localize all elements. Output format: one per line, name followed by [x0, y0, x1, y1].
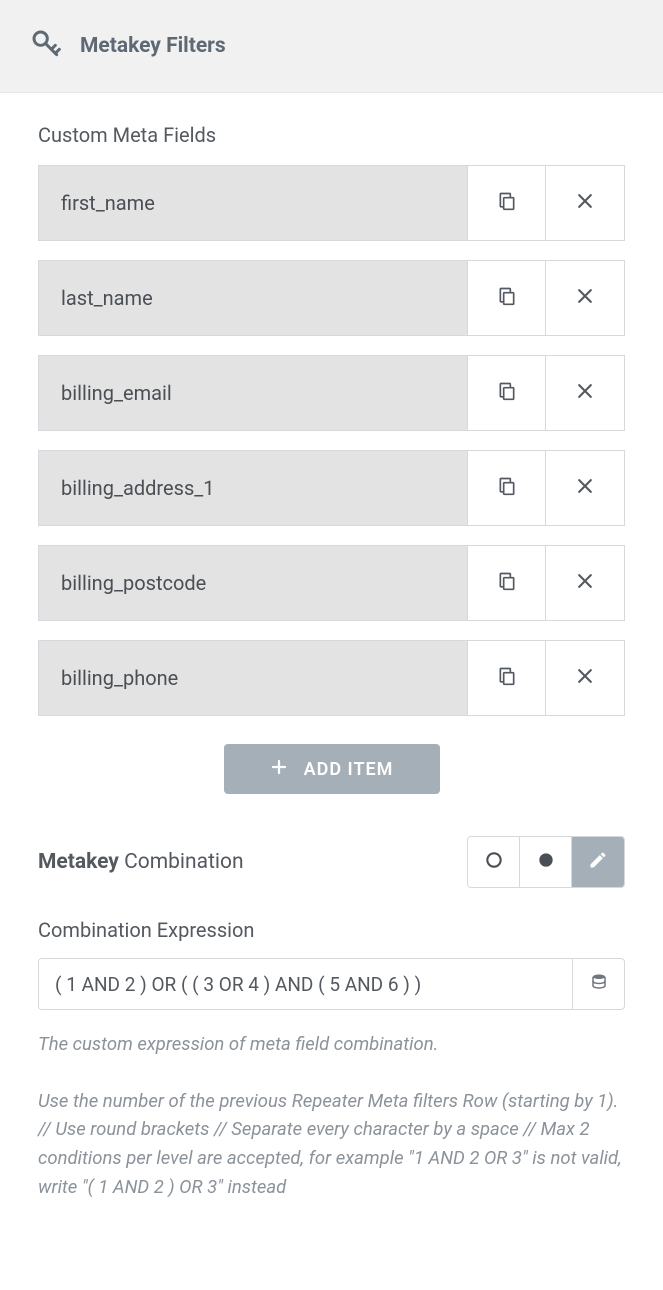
remove-button[interactable] [546, 166, 624, 240]
duplicate-button[interactable] [468, 641, 546, 715]
close-icon [575, 571, 595, 595]
meta-field-row[interactable]: billing_address_1 [38, 450, 625, 526]
meta-field-name: billing_email [39, 356, 468, 430]
duplicate-button[interactable] [468, 356, 546, 430]
meta-field-row[interactable]: last_name [38, 260, 625, 336]
plus-icon [270, 758, 288, 781]
meta-field-name: billing_phone [39, 641, 468, 715]
duplicate-button[interactable] [468, 166, 546, 240]
remove-button[interactable] [546, 546, 624, 620]
combination-mode-and[interactable] [520, 837, 572, 887]
key-icon [30, 28, 62, 64]
remove-button[interactable] [546, 261, 624, 335]
combination-expression-label: Combination Expression [38, 918, 625, 942]
close-icon [575, 286, 595, 310]
circle-filled-icon [536, 850, 556, 874]
expression-help-2: Use the number of the previous Repeater … [38, 1087, 625, 1202]
copy-icon [497, 190, 517, 216]
meta-field-list: first_name last_name [38, 165, 625, 716]
close-icon [575, 191, 595, 215]
remove-button[interactable] [546, 641, 624, 715]
meta-field-name: billing_postcode [39, 546, 468, 620]
custom-meta-fields-label: Custom Meta Fields [38, 123, 625, 147]
combination-mode-custom[interactable] [572, 837, 624, 887]
circle-outline-icon [484, 850, 504, 874]
remove-button[interactable] [546, 451, 624, 525]
remove-button[interactable] [546, 356, 624, 430]
combination-expression-input[interactable] [39, 959, 572, 1009]
meta-field-name: billing_address_1 [39, 451, 468, 525]
meta-field-row[interactable]: billing_phone [38, 640, 625, 716]
add-item-button[interactable]: ADD ITEM [224, 744, 440, 794]
combination-mode-toggle [467, 836, 625, 888]
expression-help-1: The custom expression of meta field comb… [38, 1030, 625, 1059]
duplicate-button[interactable] [468, 451, 546, 525]
meta-field-name: last_name [39, 261, 468, 335]
duplicate-button[interactable] [468, 546, 546, 620]
add-item-label: ADD ITEM [304, 759, 394, 780]
combination-mode-or[interactable] [468, 837, 520, 887]
copy-icon [497, 570, 517, 596]
meta-field-row[interactable]: first_name [38, 165, 625, 241]
meta-field-row[interactable]: billing_postcode [38, 545, 625, 621]
copy-icon [497, 475, 517, 501]
copy-icon [497, 285, 517, 311]
close-icon [575, 476, 595, 500]
close-icon [575, 666, 595, 690]
copy-icon [497, 380, 517, 406]
meta-field-name: first_name [39, 166, 468, 240]
metakey-combination-label: Metakey Combination [38, 850, 244, 874]
duplicate-button[interactable] [468, 261, 546, 335]
copy-icon [497, 665, 517, 691]
panel-title: Metakey Filters [80, 34, 226, 58]
expression-dynamic-button[interactable] [572, 959, 624, 1009]
pencil-icon [588, 850, 608, 874]
meta-field-row[interactable]: billing_email [38, 355, 625, 431]
close-icon [575, 381, 595, 405]
panel-header: Metakey Filters [0, 0, 663, 93]
database-icon [590, 973, 608, 995]
